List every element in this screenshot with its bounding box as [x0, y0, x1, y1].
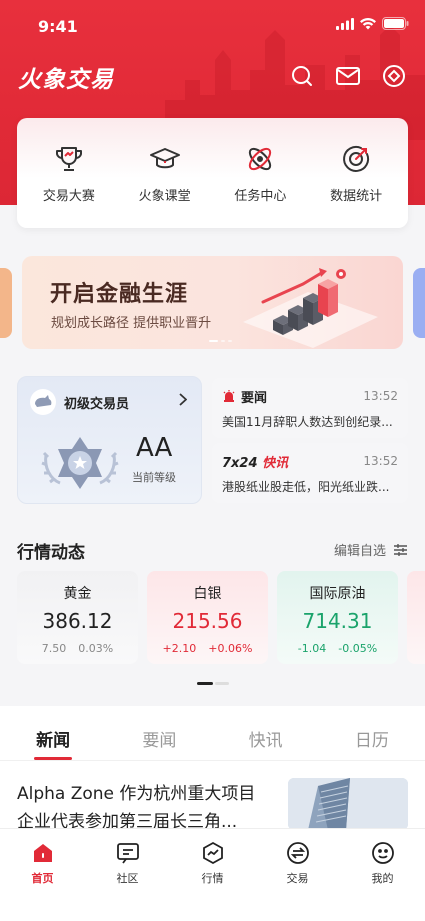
battery-icon [382, 17, 409, 30]
trader-level: AA [136, 433, 173, 463]
nav-community[interactable]: 社区 [85, 829, 170, 921]
quote-name: 国际原油 [309, 586, 366, 602]
mail-icon[interactable] [335, 63, 361, 89]
nav-label: 我的 [371, 872, 394, 885]
quote-change: -1.04 [297, 642, 327, 655]
nav-label: 交易 [286, 872, 309, 885]
news-time: 13:52 [363, 454, 398, 468]
news-text: 港股纸业股走低，阳光纸业跌... [222, 480, 390, 494]
trophy-icon [55, 146, 82, 171]
banner-pager [209, 340, 232, 342]
search-icon[interactable] [289, 63, 315, 89]
wifi-icon [360, 17, 376, 29]
rank-badge-icon [41, 437, 119, 489]
quick-entry-classroom[interactable]: 火象课堂 [120, 143, 210, 204]
quote-change-pct: +0.06% [208, 642, 253, 655]
promo-banner[interactable]: 开启金融生涯 规划成长路径 提供职业晋升 [22, 256, 403, 349]
home-icon [31, 841, 55, 865]
quote-price: 714.31 [302, 609, 373, 633]
quick-entry-tasks[interactable]: 任务中心 [215, 143, 305, 204]
trader-level-card[interactable]: 初级交易员 AA 当前等级 [17, 376, 202, 504]
app-title: 火象交易 [18, 67, 114, 93]
trader-level-label: 当前等级 [132, 471, 176, 484]
quick-entry-card: 交易大赛 火象课堂 任务中心 数据统计 [17, 118, 408, 228]
header-actions [289, 63, 407, 89]
bottom-nav: 首页 社区 行情 交易 我的 [0, 828, 425, 921]
edit-watchlist-button[interactable]: 编辑自选 [334, 540, 407, 559]
status-icons [336, 17, 409, 30]
quote-name: 黄金 [63, 586, 92, 602]
avatar [30, 389, 56, 415]
target-icon [343, 145, 370, 172]
quick-entry-label: 交易大赛 [42, 188, 95, 204]
flash-tag: 7x24 快讯 [222, 455, 289, 471]
quick-entry-label: 火象课堂 [138, 188, 191, 204]
quote-change-pct: -0.05% [338, 642, 378, 655]
headline-news-card[interactable]: 要闻 13:52 美国11月辞职人数达到创纪录... [212, 378, 408, 438]
quote-change: 7.50 [41, 642, 67, 655]
trader-title: 初级交易员 [64, 396, 130, 412]
quick-entry-label: 数据统计 [330, 188, 383, 204]
trade-icon [286, 841, 310, 865]
nav-label: 首页 [31, 872, 54, 885]
banner-prev-peek[interactable] [0, 268, 12, 338]
quote-pager [197, 682, 229, 685]
tab-calendar[interactable]: 日历 [319, 706, 425, 760]
news-tag: 要闻 [241, 390, 268, 406]
quick-entry-statistics[interactable]: 数据统计 [311, 143, 401, 204]
market-icon [201, 841, 225, 865]
banner-next-peek[interactable] [413, 268, 425, 338]
quote-price: 386.12 [42, 609, 113, 633]
task-icon [249, 147, 272, 170]
alarm-icon [223, 390, 235, 402]
graduation-cap-icon [149, 147, 180, 168]
quote-price: 215.56 [172, 609, 243, 633]
quick-entry-label: 任务中心 [234, 188, 287, 204]
tab-flash[interactable]: 快讯 [213, 706, 319, 760]
quote-change: +2.10 [162, 642, 197, 655]
quote-change-pct: 0.03% [78, 642, 114, 655]
profile-icon [371, 841, 395, 865]
news-time: 13:52 [363, 389, 398, 403]
nav-market[interactable]: 行情 [170, 829, 255, 921]
news-tabs: 新闻 要闻 快讯 日历 [0, 706, 425, 761]
quote-card-gold[interactable]: 黄金 386.12 7.50 0.03% [17, 571, 138, 664]
chevron-right-icon [179, 393, 187, 406]
banner-subtitle: 规划成长路径 提供职业晋升 [51, 316, 212, 331]
status-time: 9:41 [38, 17, 78, 36]
nav-label: 社区 [116, 872, 139, 885]
market-section-title: 行情动态 [17, 543, 85, 563]
quote-card-crude-oil[interactable]: 国际原油 714.31 -1.04 -0.05% [277, 571, 398, 664]
tab-news[interactable]: 新闻 [0, 706, 106, 760]
nav-label: 行情 [201, 872, 224, 885]
nav-profile[interactable]: 我的 [340, 829, 425, 921]
nav-home[interactable]: 首页 [0, 829, 85, 921]
article-thumbnail[interactable] [288, 778, 408, 830]
settings-icon[interactable] [381, 63, 407, 89]
quick-entry-competition[interactable]: 交易大赛 [24, 143, 114, 204]
nav-trade[interactable]: 交易 [255, 829, 340, 921]
flash-news-card[interactable]: 7x24 快讯 13:52 港股纸业股走低，阳光纸业跌... [212, 443, 408, 503]
community-icon [116, 841, 140, 865]
tab-headlines[interactable]: 要闻 [106, 706, 212, 760]
banner-title: 开启金融生涯 [50, 282, 189, 307]
sliders-icon [394, 543, 407, 556]
quote-card-silver[interactable]: 白银 215.56 +2.10 +0.06% [147, 571, 268, 664]
signal-icon [336, 17, 354, 30]
quote-name: 白银 [193, 586, 222, 602]
quote-carousel[interactable]: 黄金 386.12 7.50 0.03% 白银 215.56 +2.10 +0.06… [17, 571, 425, 666]
edit-watchlist-label: 编辑自选 [333, 544, 386, 559]
quote-card-peek[interactable] [407, 571, 425, 664]
growth-chart-illustration [243, 268, 378, 348]
news-text: 美国11月辞职人数达到创纪录... [222, 415, 393, 429]
